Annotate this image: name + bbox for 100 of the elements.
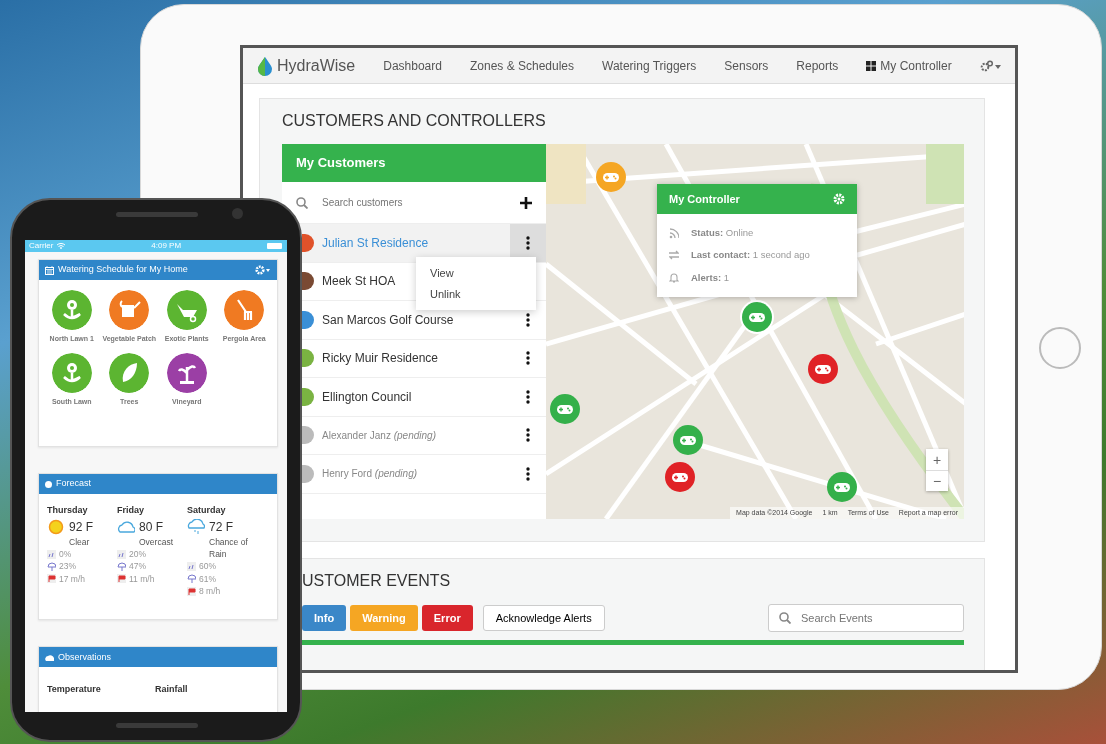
arrows-icon — [669, 250, 679, 262]
brand-name[interactable]: HydraWise — [277, 53, 356, 78]
stat-text: 11 m/h — [129, 572, 155, 585]
map-marker[interactable] — [673, 425, 703, 456]
map-marker[interactable] — [550, 394, 580, 425]
search-icon — [296, 196, 308, 209]
gamepad-icon — [603, 172, 619, 182]
condition-text: Clear — [68, 535, 91, 548]
gamepad-icon — [672, 472, 688, 482]
sun-icon — [45, 480, 52, 488]
section-title: USTOMER EVENTS — [302, 571, 452, 591]
status-text: Last contact: 1 second ago — [691, 248, 810, 263]
cloud-icon — [117, 518, 135, 535]
stat-text: 17 m/h — [59, 572, 85, 585]
day-name: Friday — [117, 504, 145, 518]
panel-title: Watering Schedule for My Home — [58, 263, 189, 277]
more-button[interactable] — [510, 224, 546, 262]
stat-text: 61% — [199, 572, 216, 585]
umbrella-icon — [47, 561, 56, 571]
map-marker[interactable] — [742, 302, 772, 333]
kebab-menu-icon — [526, 466, 530, 481]
list-header: My Customers — [282, 144, 546, 183]
stat-text: 0% — [59, 548, 72, 561]
section-title: CUSTOMERS AND CONTROLLERS — [282, 111, 547, 131]
gamepad-icon — [749, 312, 765, 322]
filter-button[interactable]: Info — [302, 605, 347, 632]
gamepad-icon — [680, 435, 696, 445]
raindrops-icon — [47, 549, 56, 559]
home-button[interactable] — [1039, 327, 1081, 369]
nav-link[interactable]: Reports — [796, 56, 839, 75]
map-marker[interactable] — [596, 162, 626, 193]
status-text: Alerts: 1 — [691, 270, 730, 285]
map-marker[interactable] — [808, 354, 838, 385]
garden-fork-icon[interactable] — [224, 290, 265, 330]
stat-text: 60% — [199, 560, 216, 573]
rss-icon — [669, 227, 679, 239]
umbrella-icon — [187, 574, 196, 584]
search-field[interactable]: Search customers — [320, 194, 508, 212]
temperature-text: 92 F — [69, 518, 93, 536]
carrier-text: Carrier — [29, 240, 54, 252]
gamepad-icon — [834, 482, 850, 492]
zoom-in-button[interactable]: + — [926, 449, 948, 471]
windsock-icon — [117, 574, 126, 584]
map-marker[interactable] — [827, 472, 857, 503]
camera-lens — [232, 208, 243, 219]
sprout-icon[interactable] — [166, 353, 207, 394]
cloud-rain-icon — [187, 518, 205, 535]
column-header: Temperature — [47, 683, 102, 697]
bell-icon — [669, 272, 679, 284]
wifi-icon — [57, 243, 66, 249]
menu-item[interactable]: View — [416, 263, 536, 284]
gamepad-icon — [815, 364, 831, 374]
windsock-icon — [187, 586, 196, 596]
leaf-icon[interactable] — [109, 353, 150, 394]
grid-icon — [866, 60, 877, 71]
stat-text: 23% — [59, 560, 76, 573]
stat-text: 47% — [129, 560, 146, 573]
acknowledge-button[interactable]: Acknowledge Alerts — [482, 605, 605, 632]
temperature-text: 72 F — [209, 518, 233, 536]
calendar-icon — [45, 265, 54, 275]
nav-link[interactable]: Watering Triggers — [602, 56, 697, 75]
kebab-menu-icon — [526, 312, 530, 327]
condition-text: Overcast — [138, 535, 174, 548]
column-header: Rainfall — [155, 683, 189, 697]
windsock-icon — [47, 574, 56, 584]
cloud-icon — [45, 653, 54, 661]
popup-title: My Controller — [669, 191, 740, 207]
wheelbarrow-icon[interactable] — [166, 290, 207, 330]
watering-can-icon[interactable] — [109, 290, 150, 330]
day-name: Saturday — [187, 504, 227, 518]
add-icon[interactable] — [520, 196, 532, 209]
kebab-menu-icon — [526, 389, 530, 404]
kebab-menu-icon — [526, 235, 530, 250]
search-icon — [779, 612, 791, 625]
temperature-text: 80 F — [139, 518, 163, 536]
clock-text: 4:09 PM — [151, 240, 182, 252]
nav-link[interactable]: Zones & Schedules — [469, 56, 574, 75]
map-marker[interactable] — [665, 462, 695, 493]
raindrops-icon — [117, 549, 126, 559]
nav-link[interactable]: Sensors — [724, 56, 769, 75]
umbrella-icon — [117, 561, 126, 571]
condition-text: Chance of Rain — [208, 535, 249, 561]
stat-text: 8 m/h — [199, 584, 221, 598]
gamepad-icon — [557, 404, 573, 414]
filter-button[interactable]: Error — [421, 605, 473, 632]
water-drop-logo-icon — [257, 55, 273, 76]
day-name: Thursday — [47, 504, 89, 518]
stat-text: 20% — [129, 548, 146, 561]
zoom-out-button[interactable]: − — [926, 470, 948, 492]
kebab-menu-icon — [526, 351, 530, 366]
raindrops-icon — [187, 561, 196, 571]
kebab-menu-icon — [526, 428, 530, 443]
nav-link[interactable]: My Controller — [866, 56, 952, 75]
nav-link[interactable]: Dashboard — [383, 56, 442, 75]
search-field[interactable]: Search Events — [768, 604, 964, 633]
panel-title: Observations — [58, 650, 112, 664]
battery-icon — [267, 243, 283, 249]
status-text: Status: Online — [691, 226, 754, 241]
sun-icon — [47, 518, 65, 535]
panel-title: Forecast — [56, 477, 91, 491]
